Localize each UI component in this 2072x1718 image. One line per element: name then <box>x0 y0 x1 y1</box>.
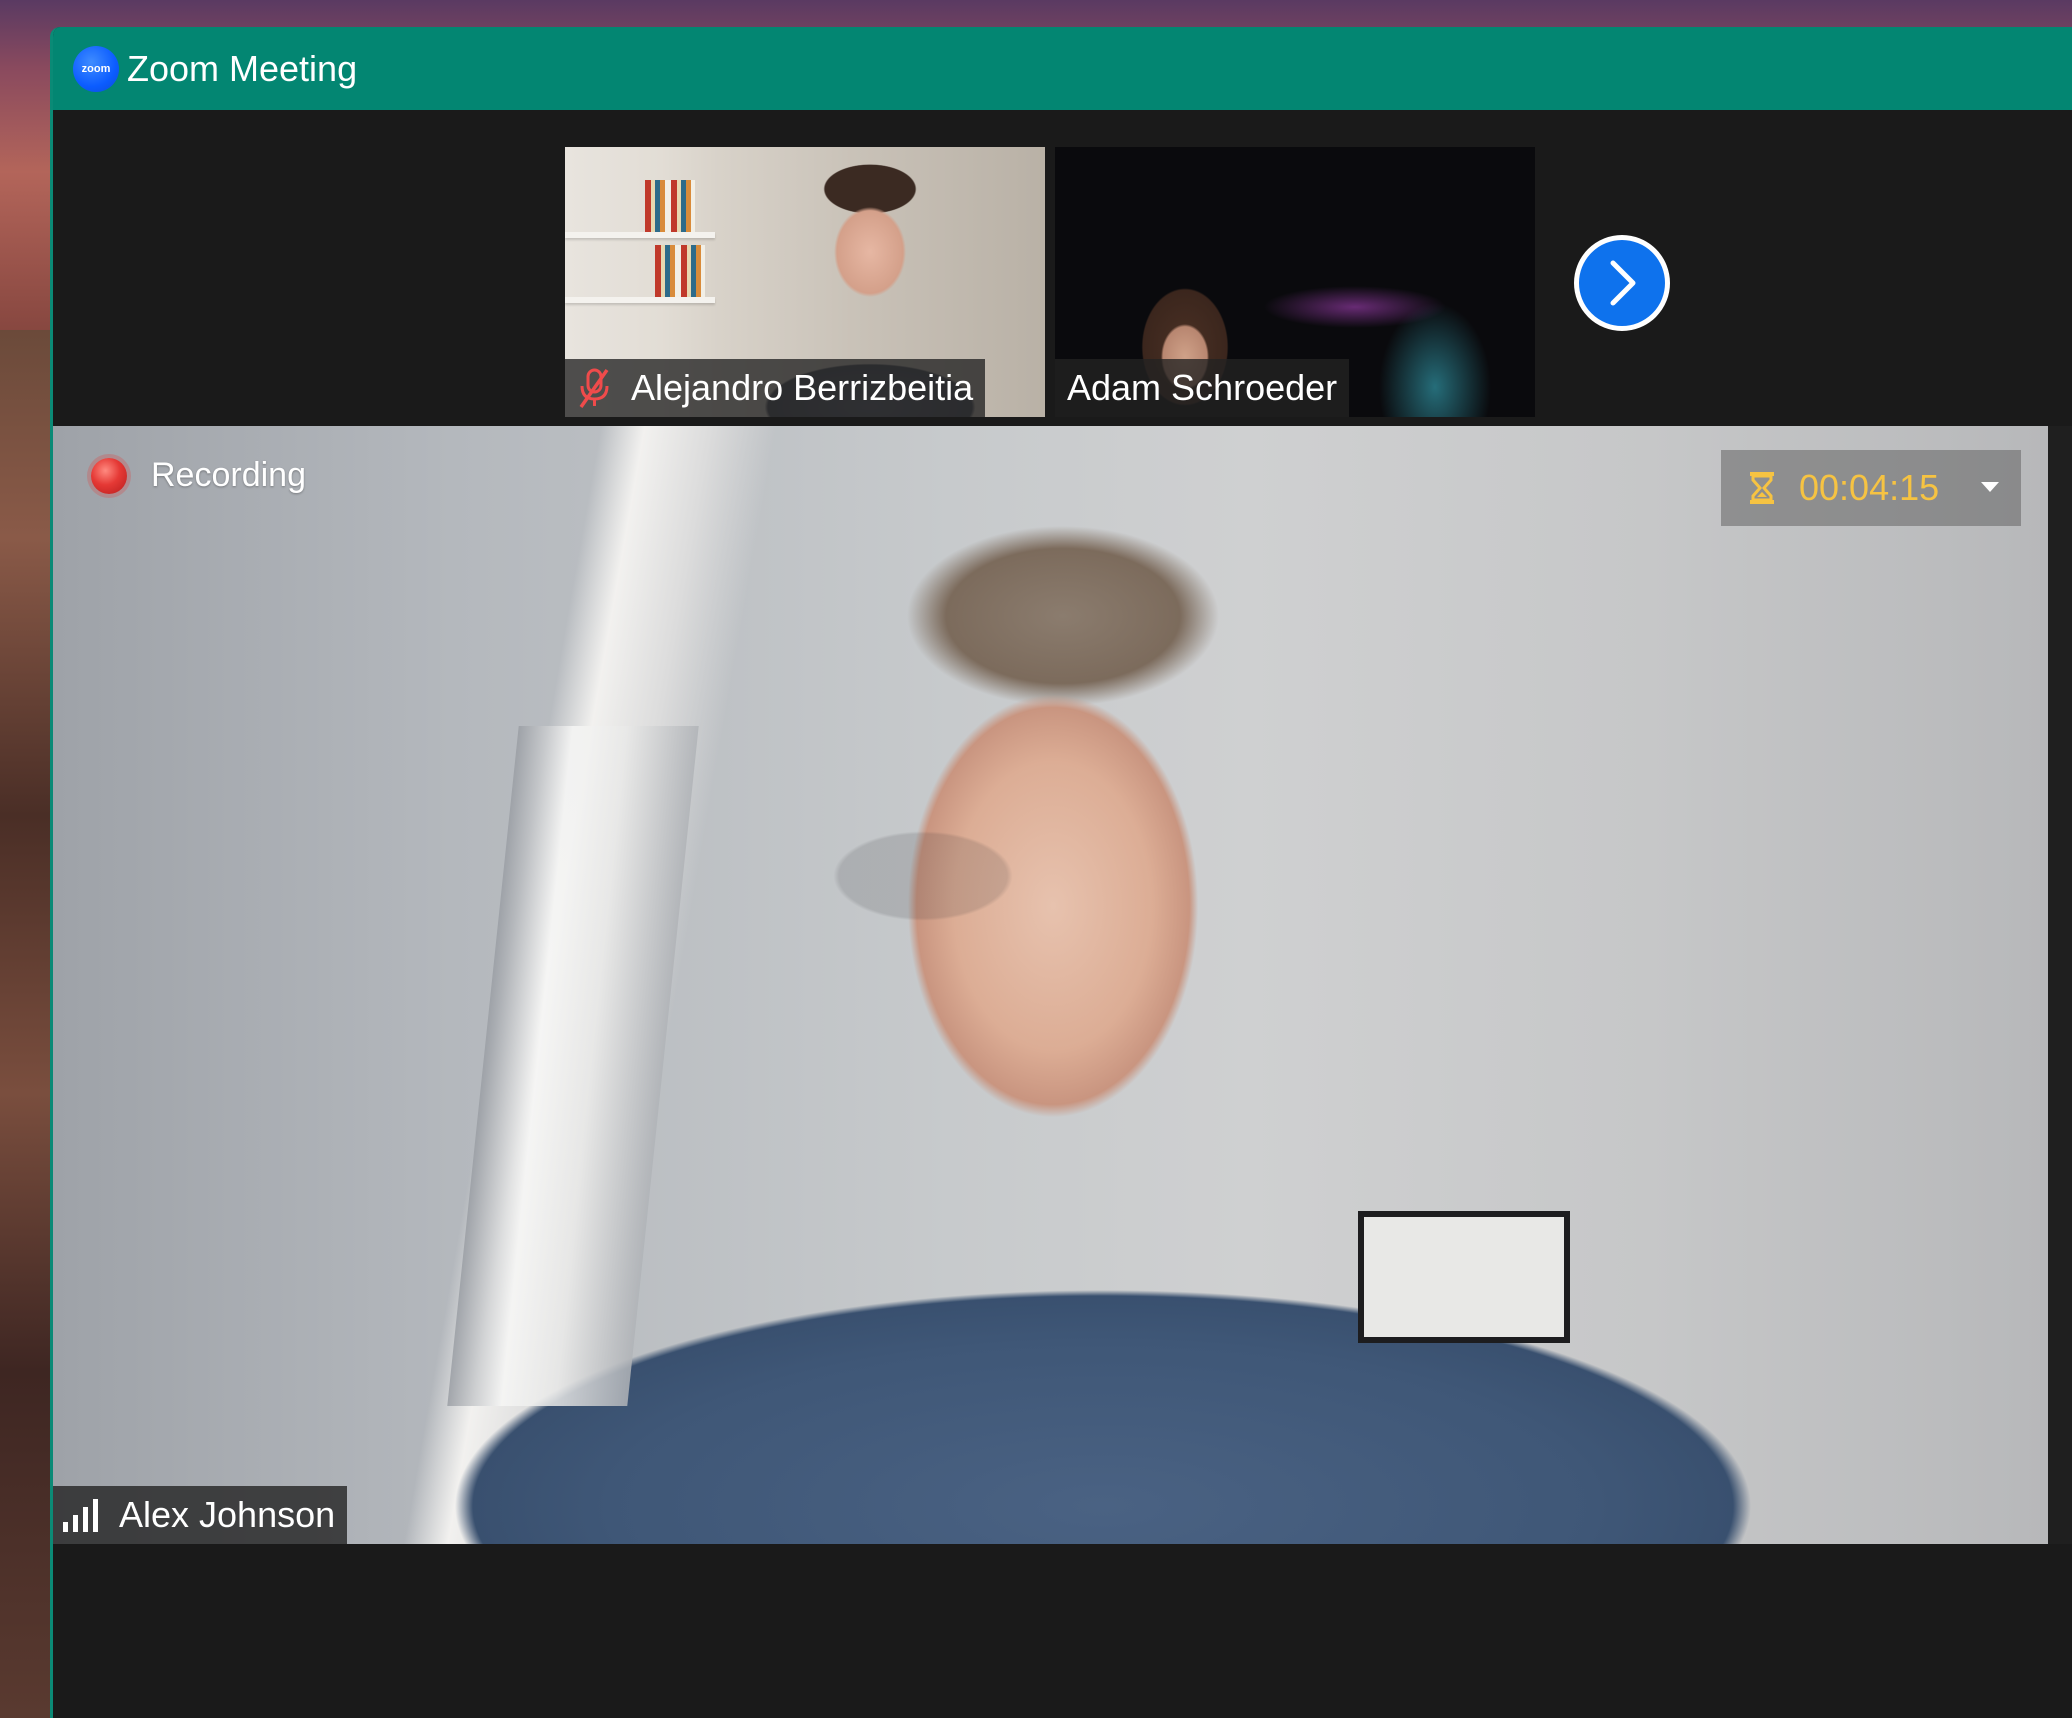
zoom-logo-icon: zoom <box>73 45 119 92</box>
chevron-right-icon <box>1610 260 1636 306</box>
books <box>645 180 695 232</box>
participant-video-tile[interactable]: Alejandro Berrizbeitia <box>565 147 1045 417</box>
recording-dot-icon <box>91 457 127 494</box>
next-page-button[interactable] <box>1574 235 1670 331</box>
active-speaker-video[interactable]: Recording 00:04:15 Alex Johnson <box>53 426 2048 1544</box>
room-window <box>447 726 699 1406</box>
wall-picture-frame <box>1358 1211 1570 1343</box>
participant-name: Adam Schroeder <box>1067 367 1338 408</box>
participant-video-tile[interactable]: Adam Schroeder <box>1055 147 1535 417</box>
window-edge <box>2048 426 2072 1544</box>
bookshelf <box>565 297 715 303</box>
window-title: Zoom Meeting <box>127 47 358 89</box>
participant-name-tag: Alejandro Berrizbeitia <box>565 359 986 417</box>
zoom-logo-text: zoom <box>81 62 111 75</box>
meeting-timer[interactable]: 00:04:15 <box>1721 450 2021 526</box>
zoom-meeting-window: zoom Zoom Meeting Alejandro Berrizbeitia <box>50 27 2072 1718</box>
mic-muted-icon <box>579 368 609 409</box>
recording-label: Recording <box>151 456 306 494</box>
desktop-background <box>0 330 52 1718</box>
participant-gallery-strip: Alejandro Berrizbeitia Adam Schroeder <box>53 110 2072 426</box>
participant-name-tag: Adam Schroeder <box>1055 359 1350 417</box>
meeting-toolbar-area <box>53 1544 2072 1718</box>
signal-bars-icon <box>63 1499 98 1532</box>
recording-indicator[interactable]: Recording <box>91 456 306 495</box>
bookshelf <box>565 232 715 238</box>
participant-name: Alejandro Berrizbeitia <box>631 367 974 408</box>
speaker-name-tag: Alex Johnson <box>53 1486 348 1544</box>
hourglass-icon <box>1750 472 1774 504</box>
speaker-name: Alex Johnson <box>119 1494 336 1535</box>
timer-value: 00:04:15 <box>1799 467 1940 508</box>
books <box>655 245 705 297</box>
title-bar[interactable]: zoom Zoom Meeting <box>53 27 2072 110</box>
caret-down-icon[interactable] <box>1981 482 1999 492</box>
